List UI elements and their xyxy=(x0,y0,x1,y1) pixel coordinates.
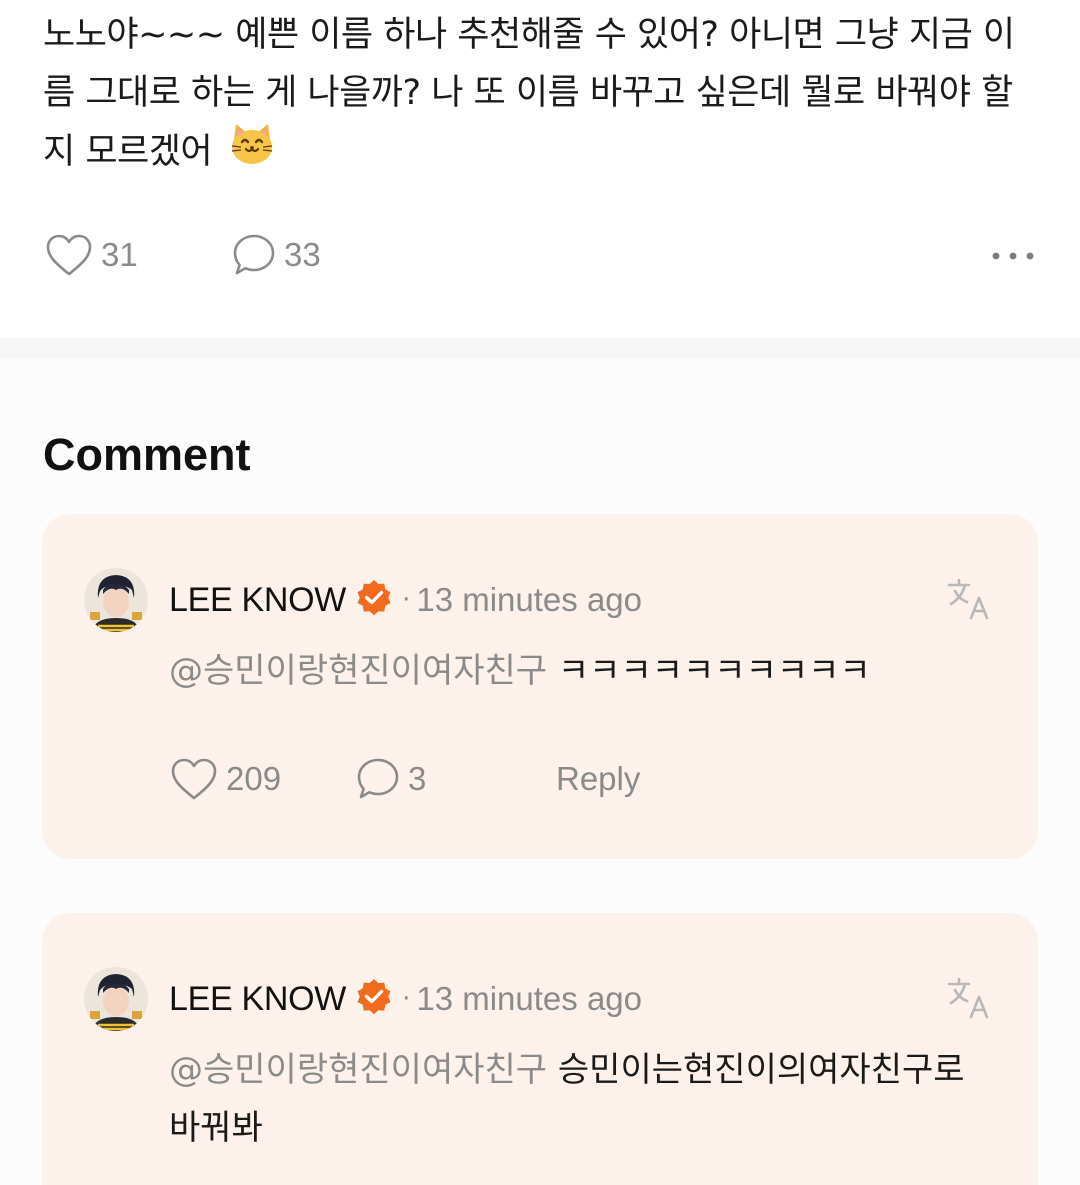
verified-badge-icon xyxy=(354,977,394,1021)
speech-bubble-icon xyxy=(232,233,276,277)
comment-card: LEE KNOW · 13 minutes ago xyxy=(42,913,1038,1185)
section-divider xyxy=(0,338,1080,358)
avatar[interactable] xyxy=(84,568,148,632)
comment-actions: 209 3 Reply xyxy=(170,754,870,804)
author-name[interactable]: LEE KNOW xyxy=(169,980,346,1019)
verified-badge-icon xyxy=(354,578,394,622)
comment-meta: LEE KNOW · 13 minutes ago xyxy=(169,578,642,622)
comment-reply-count: 3 xyxy=(408,760,427,797)
post-like-button[interactable]: 31 xyxy=(45,230,138,280)
post-text: 노노야~~~ 예쁜 이름 하나 추천해줄 수 있어? 아니면 그냥 지금 이름 … xyxy=(43,6,1043,184)
translate-button[interactable] xyxy=(946,975,992,1025)
post-actions: 31 33 xyxy=(45,230,1035,280)
meta-separator: · xyxy=(402,984,411,1014)
comment-replies-button[interactable]: 3 xyxy=(356,754,426,804)
post-comment-count: 33 xyxy=(284,236,321,273)
comment-card: LEE KNOW · 13 minutes ago xyxy=(42,514,1038,859)
translate-icon xyxy=(946,578,992,626)
cat-face-emoji-icon xyxy=(229,122,275,184)
meta-separator: · xyxy=(402,585,411,615)
more-dots-icon xyxy=(991,246,1035,265)
post-body: 노노야~~~ 예쁜 이름 하나 추천해줄 수 있어? 아니면 그냥 지금 이름 … xyxy=(43,15,1015,172)
heart-icon xyxy=(170,757,218,801)
comment-time: 13 minutes ago xyxy=(416,980,643,1017)
speech-bubble-icon xyxy=(356,757,400,801)
comments-section: Comment LEE KNOW · 13 minutes ago @승민이랑현… xyxy=(0,358,1080,1185)
mention-link[interactable]: @승민이랑현진이여자친구 xyxy=(169,1050,547,1090)
heart-icon xyxy=(45,233,93,277)
comment-time: 13 minutes ago xyxy=(416,581,643,618)
post-comment-button[interactable]: 33 xyxy=(232,230,321,280)
comment-like-count: 209 xyxy=(226,760,282,797)
avatar[interactable] xyxy=(84,967,148,1031)
comment-meta: LEE KNOW · 13 minutes ago xyxy=(169,977,642,1021)
post-like-count: 31 xyxy=(101,236,138,273)
author-name[interactable]: LEE KNOW xyxy=(169,581,346,620)
comment-text: ㅋㅋㅋㅋㅋㅋㅋㅋㅋㅋ xyxy=(557,651,871,691)
comment-body: @승민이랑현진이여자친구 승민이는현진이의여자친구로 바꿔봐 xyxy=(169,1041,999,1157)
mention-link[interactable]: @승민이랑현진이여자친구 xyxy=(169,651,547,691)
translate-icon xyxy=(946,977,992,1025)
more-options-button[interactable] xyxy=(991,230,1035,280)
translate-button[interactable] xyxy=(946,576,992,626)
post: 노노야~~~ 예쁜 이름 하나 추천해줄 수 있어? 아니면 그냥 지금 이름 … xyxy=(0,0,1080,338)
comment-body: @승민이랑현진이여자친구 ㅋㅋㅋㅋㅋㅋㅋㅋㅋㅋ xyxy=(169,642,999,700)
comment-like-button[interactable]: 209 xyxy=(170,754,281,804)
reply-button[interactable]: Reply xyxy=(556,754,640,804)
comments-heading: Comment xyxy=(43,429,251,480)
